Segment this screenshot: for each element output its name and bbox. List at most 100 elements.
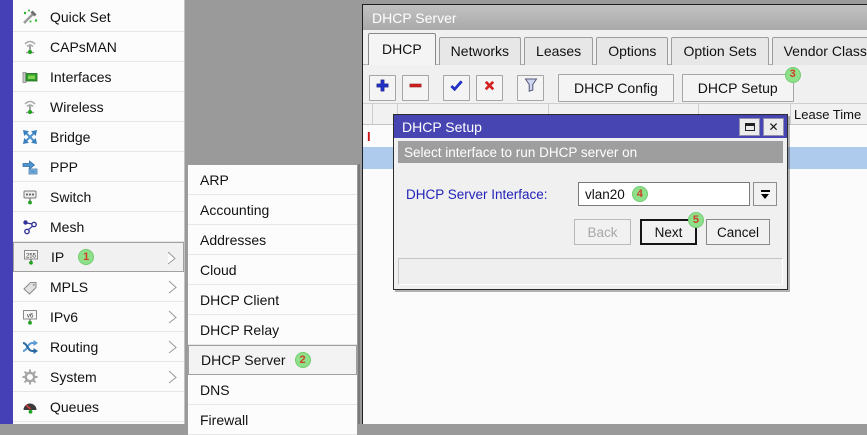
- toolbar: DHCP Config DHCP Setup 3: [363, 65, 867, 103]
- dialog-title: DHCP Setup: [402, 119, 736, 135]
- submenu-item-dhcp-client[interactable]: DHCP Client: [188, 285, 357, 315]
- dhcp-server-interface-input[interactable]: vlan20 4: [578, 182, 750, 206]
- window-title: DHCP Server: [372, 10, 457, 26]
- tab-vendor-classes[interactable]: Vendor Classes: [772, 37, 867, 65]
- next-button[interactable]: Next 5: [640, 219, 697, 245]
- wand-icon: [20, 8, 40, 26]
- step-badge-1: 1: [78, 249, 94, 265]
- submenu-arrow-icon: [168, 310, 177, 329]
- network-card-icon: [20, 68, 40, 86]
- cancel-button[interactable]: Cancel: [706, 219, 770, 245]
- submenu-item-dns[interactable]: DNS: [188, 375, 357, 405]
- sidebar-item-label: Interfaces: [50, 69, 111, 85]
- sidebar-menu: Quick Set CAPsMAN Interfaces Wireless Br…: [13, 2, 184, 422]
- sidebar-item-switch[interactable]: Switch: [13, 182, 184, 212]
- sidebar-item-label: Bridge: [50, 129, 90, 145]
- gauge-icon: [20, 398, 40, 416]
- submenu-item-dhcp-relay[interactable]: DHCP Relay: [188, 315, 357, 345]
- close-button[interactable]: ✕: [763, 118, 784, 136]
- sidebar-item-capsman[interactable]: CAPsMAN: [13, 32, 184, 62]
- filter-button[interactable]: [517, 75, 544, 101]
- dialog-status-bar: [398, 258, 783, 285]
- interface-dropdown-button[interactable]: [753, 182, 777, 206]
- tab-leases[interactable]: Leases: [524, 37, 593, 65]
- invalid-flag: I: [363, 129, 371, 144]
- sidebar-item-quick-set[interactable]: Quick Set: [13, 2, 184, 32]
- svg-text:v6: v6: [27, 313, 34, 319]
- sidebar-item-mpls[interactable]: MPLS: [13, 272, 184, 302]
- sidebar-item-label: Mesh: [50, 219, 84, 235]
- sidebar: Quick Set CAPsMAN Interfaces Wireless Br…: [0, 0, 185, 424]
- ppp-connection-icon: [20, 158, 40, 176]
- step-badge-5: 5: [688, 212, 704, 228]
- sidebar-item-bridge[interactable]: Bridge: [13, 122, 184, 152]
- maximize-button[interactable]: [739, 118, 760, 136]
- sidebar-item-label: PPP: [50, 159, 78, 175]
- sidebar-item-label: Routing: [50, 339, 98, 355]
- submenu-item-cloud[interactable]: Cloud: [188, 255, 357, 285]
- sidebar-item-ipv6[interactable]: v6 IPv6: [13, 302, 184, 332]
- tab-networks[interactable]: Networks: [439, 37, 521, 65]
- tab-options[interactable]: Options: [596, 37, 668, 65]
- sidebar-item-interfaces[interactable]: Interfaces: [13, 62, 184, 92]
- sidebar-item-mesh[interactable]: Mesh: [13, 212, 184, 242]
- submenu-arrow-icon: [168, 340, 177, 359]
- switch-icon: [20, 188, 40, 206]
- step-badge-3: 3: [785, 67, 801, 83]
- sidebar-item-label: Wireless: [50, 99, 104, 115]
- mesh-nodes-icon: [20, 218, 40, 236]
- sidebar-item-system[interactable]: System: [13, 362, 184, 392]
- ip-255-icon: 255: [21, 248, 41, 266]
- disable-button[interactable]: [476, 75, 503, 101]
- dialog-buttons: Back Next 5 Cancel: [394, 219, 787, 245]
- sidebar-item-wireless[interactable]: Wireless: [13, 92, 184, 122]
- sidebar-item-routing[interactable]: Routing: [13, 332, 184, 362]
- window-titlebar[interactable]: DHCP Server: [363, 5, 867, 30]
- maximize-icon: [745, 123, 755, 131]
- dhcp-setup-dialog: DHCP Setup ✕ Select interface to run DHC…: [393, 114, 788, 290]
- dhcp-setup-button[interactable]: DHCP Setup 3: [682, 74, 794, 102]
- submenu-arrow-icon: [168, 280, 177, 299]
- add-icon: [375, 78, 390, 98]
- column-header-flags[interactable]: [363, 104, 373, 124]
- capsman-antenna-icon: [20, 38, 40, 56]
- submenu-arrow-icon: [168, 370, 177, 389]
- sidebar-item-queues[interactable]: Queues: [13, 392, 184, 422]
- sidebar-item-label: IP: [51, 249, 64, 265]
- close-icon: ✕: [768, 120, 778, 134]
- sidebar-item-label: Switch: [50, 189, 91, 205]
- step-badge-2: 2: [295, 352, 311, 368]
- add-button[interactable]: [369, 75, 396, 101]
- enable-check-icon: [449, 78, 464, 98]
- remove-button[interactable]: [402, 75, 429, 101]
- svg-text:255: 255: [26, 253, 37, 259]
- dropdown-icon: [761, 190, 770, 192]
- filter-funnel-icon: [523, 77, 539, 98]
- submenu-item-dhcp-server[interactable]: DHCP Server 2: [188, 345, 357, 375]
- remove-icon: [408, 78, 423, 98]
- routing-arrows-icon: [20, 338, 40, 356]
- gear-icon: [20, 368, 40, 386]
- dialog-titlebar[interactable]: DHCP Setup ✕: [394, 115, 787, 138]
- tab-dhcp[interactable]: DHCP: [368, 33, 436, 65]
- submenu-item-addresses[interactable]: Addresses: [188, 225, 357, 255]
- sidebar-item-label: Queues: [50, 399, 99, 415]
- interface-field-label: DHCP Server Interface:: [406, 187, 578, 202]
- sidebar-item-label: MPLS: [50, 279, 88, 295]
- dhcp-config-button[interactable]: DHCP Config: [558, 74, 674, 102]
- back-button[interactable]: Back: [574, 219, 631, 245]
- submenu-item-accounting[interactable]: Accounting: [188, 195, 357, 225]
- dialog-message-bar: Select interface to run DHCP server on: [398, 141, 783, 163]
- submenu-item-firewall[interactable]: Firewall: [188, 405, 357, 435]
- step-badge-4: 4: [632, 186, 648, 202]
- sidebar-item-label: Quick Set: [50, 9, 111, 25]
- ip-submenu: ARP Accounting Addresses Cloud DHCP Clie…: [187, 164, 358, 424]
- submenu-item-arp[interactable]: ARP: [188, 165, 357, 195]
- enable-button[interactable]: [443, 75, 470, 101]
- column-header-lease-time[interactable]: Lease Time: [791, 104, 867, 124]
- sidebar-item-ppp[interactable]: PPP: [13, 152, 184, 182]
- sidebar-item-label: IPv6: [50, 309, 78, 325]
- sidebar-accent-bar: [0, 0, 13, 424]
- tab-option-sets[interactable]: Option Sets: [671, 37, 768, 65]
- sidebar-item-ip[interactable]: 255 IP 1: [13, 242, 184, 272]
